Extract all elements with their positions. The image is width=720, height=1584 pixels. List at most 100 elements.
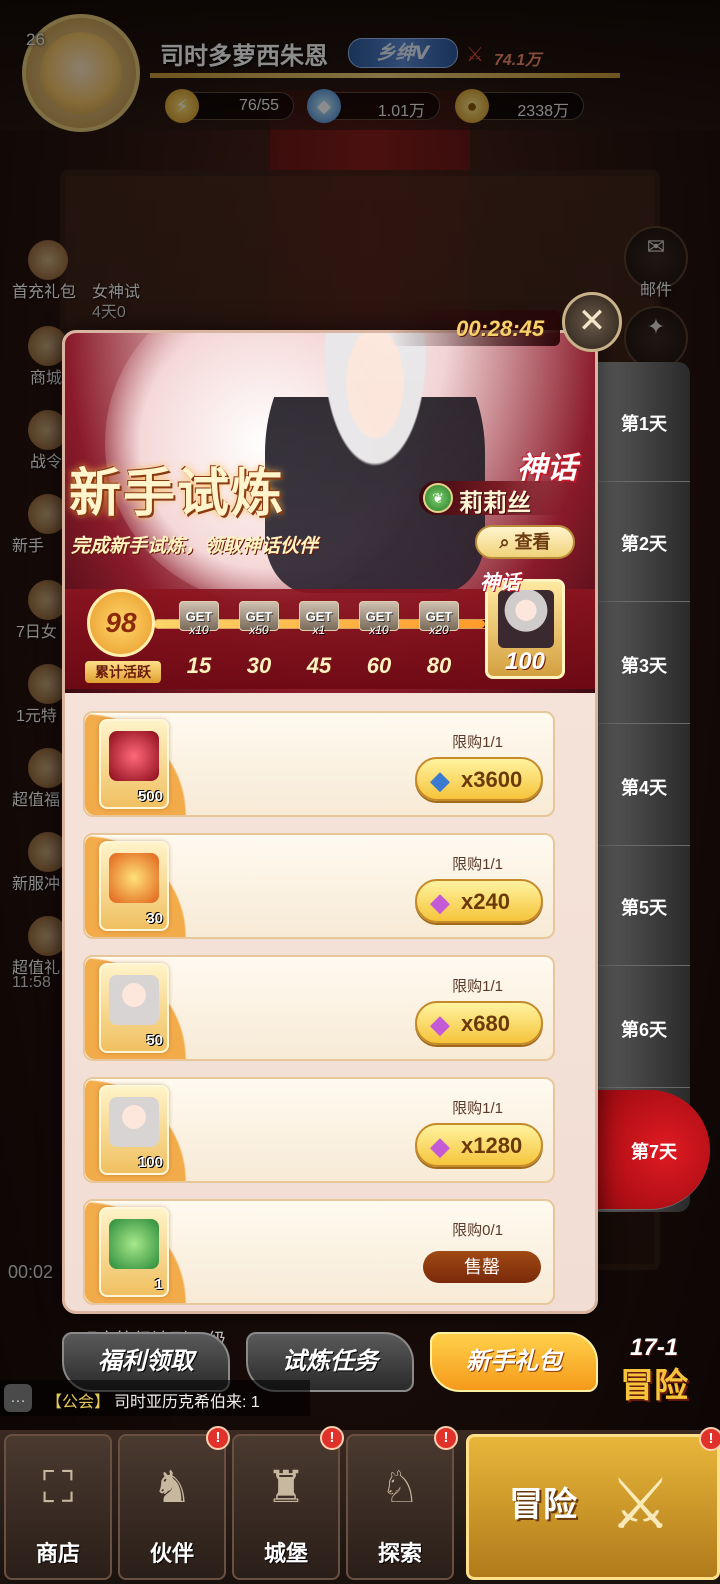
close-icon: ✕ <box>577 302 607 340</box>
gift-item[interactable]: 30 <box>99 841 169 931</box>
diamond-icon: ◆ <box>430 887 450 917</box>
gift-row: 50 限购1/1 ◆ x680 <box>83 955 555 1061</box>
chat-channel: 【公会】 <box>46 1394 111 1411</box>
price-text: x680 <box>461 1011 510 1036</box>
buy-button[interactable]: ◆ x240 <box>415 879 543 923</box>
nav-castle[interactable]: ♜ 城堡 ! <box>232 1426 344 1580</box>
castle-icon: ♜ <box>266 1463 306 1512</box>
buy-button[interactable]: ◆ x3600 <box>415 757 543 801</box>
ruby-icon <box>109 731 159 781</box>
nav-partner[interactable]: ♞ 伙伴 ! <box>118 1426 230 1580</box>
tab-label: 第1天 <box>620 414 667 434</box>
tab-label: 第3天 <box>620 656 667 676</box>
nav-label: 探索 <box>377 1541 422 1566</box>
gift-item[interactable]: 100 <box>99 1085 169 1175</box>
milestone-reward[interactable]: GET x10 <box>177 601 221 641</box>
purchase-limit: 限购1/1 <box>452 856 503 873</box>
fire-crystal-icon <box>109 853 159 903</box>
nav-adventure[interactable]: 冒险 ⚔ ! <box>466 1427 720 1580</box>
explore-icon: ♘ <box>380 1463 420 1512</box>
price-text: x240 <box>461 889 510 914</box>
activity-label: 累计活跃 <box>85 661 161 683</box>
gift-row: 30 限购1/1 ◆ x240 <box>83 833 555 939</box>
purchase-limit: 限购1/1 <box>452 734 503 751</box>
sword-emblem-icon: ⚔ <box>609 1465 672 1543</box>
alert-badge: ! <box>320 1426 344 1450</box>
maid-portrait-icon <box>109 1097 159 1147</box>
buy-button[interactable]: ◆ x1280 <box>415 1123 543 1167</box>
tab-day-4[interactable]: 第4天 <box>598 726 690 846</box>
buy-button[interactable]: ◆ x680 <box>415 1001 543 1045</box>
sold-out-button: 售罄 <box>423 1251 541 1283</box>
milestone-qty: x50 <box>249 623 269 637</box>
item-quantity: 500 <box>137 788 163 805</box>
milestone-qty: x1 <box>312 623 326 637</box>
stage-title: 冒险 <box>620 1367 688 1405</box>
milestone-threshold: 30 <box>246 653 272 678</box>
crystal-icon: ◆ <box>430 765 450 795</box>
milestone-threshold: 15 <box>186 653 212 678</box>
purchase-limit: 限购1/1 <box>452 978 503 995</box>
nav-shop[interactable]: ⛶ 商店 <box>4 1434 112 1580</box>
tab-day-6[interactable]: 第6天 <box>598 968 690 1088</box>
tab-label: 第5天 <box>620 898 667 918</box>
milestone-threshold: 60 <box>366 653 392 678</box>
event-timer: 00:28:45 <box>456 316 545 341</box>
diamond-icon: ◆ <box>430 1009 450 1039</box>
tab-label: 第7天 <box>630 1142 677 1162</box>
hero-portrait-icon <box>498 590 554 648</box>
milestone-reward[interactable]: GET x20 <box>417 601 461 641</box>
tab-day-2[interactable]: 第2天 <box>598 482 690 602</box>
tab-day-3[interactable]: 第3天 <box>598 604 690 724</box>
nav-label: 伙伴 <box>149 1541 194 1566</box>
leaf-emblem-icon <box>109 1219 159 1269</box>
chat-icon: … <box>4 1384 32 1412</box>
alert-badge: ! <box>699 1427 720 1451</box>
search-icon: ⌕ <box>499 532 515 552</box>
milestone-reward[interactable]: GET x1 <box>297 601 341 641</box>
milestone-reward[interactable]: GET x10 <box>357 601 401 641</box>
event-title: 新手试炼 <box>69 463 286 524</box>
view-hero-button[interactable]: ⌕ 查看 <box>475 525 575 559</box>
gift-row: 100 限购1/1 ◆ x1280 <box>83 1077 555 1183</box>
final-reward-grade: 神话 <box>480 572 520 594</box>
milestone-qty: x10 <box>189 623 209 637</box>
event-panel: 新手试炼 完成新手试炼，领取神话伙伴 神话 ❦ 莉莉丝 ⌕ 查看 98 累计活跃… <box>62 330 598 1314</box>
tab-label: 第6天 <box>620 1020 667 1040</box>
gift-box-icon: ⛶ <box>42 1463 74 1512</box>
nav-explore[interactable]: ♘ 探索 ! <box>346 1426 458 1580</box>
gift-item[interactable]: 1 <box>99 1207 169 1297</box>
gift-row: 500 限购1/1 ◆ x3600 <box>83 711 555 817</box>
milestone-reward[interactable]: GET x50 <box>237 601 281 641</box>
nature-element-icon: ❦ <box>423 483 453 513</box>
tab-day-1[interactable]: 第1天 <box>598 362 690 482</box>
close-button[interactable]: ✕ <box>562 292 622 352</box>
purchase-limit: 限购0/1 <box>452 1222 503 1239</box>
milestone-qty: x10 <box>369 623 389 637</box>
item-quantity: 50 <box>146 1032 163 1049</box>
item-quantity: 1 <box>154 1276 163 1293</box>
final-reward[interactable]: 神话 100 <box>480 572 565 679</box>
tab-day-5[interactable]: 第5天 <box>598 846 690 966</box>
price-text: x1280 <box>461 1133 523 1158</box>
tab-label: 第2天 <box>620 534 667 554</box>
chat-message: 司时亚历克希伯来: 1 <box>114 1394 260 1411</box>
hero-name: 莉莉丝 <box>459 490 531 517</box>
gift-item[interactable]: 50 <box>99 963 169 1053</box>
nav-label: 商店 <box>35 1541 80 1566</box>
gift-item[interactable]: 500 <box>99 719 169 809</box>
final-reward-threshold: 100 <box>504 648 546 675</box>
guild-chat-bar[interactable]: … 【公会】 司时亚历克希伯来: 1 <box>0 1380 310 1416</box>
price-text: x3600 <box>461 767 523 792</box>
diamond-icon: ◆ <box>430 1131 450 1161</box>
tab-newbie-pack[interactable]: 新手礼包 <box>430 1332 598 1392</box>
nav-label: 城堡 <box>263 1541 308 1566</box>
activity-value: 98 <box>87 589 155 657</box>
view-button-label: 查看 <box>514 532 551 552</box>
milestone-threshold: 45 <box>306 653 332 678</box>
purchase-limit: 限购1/1 <box>452 1100 503 1117</box>
nav-label: 冒险 <box>509 1486 577 1524</box>
milestone-threshold: 80 <box>426 653 452 678</box>
alert-badge: ! <box>434 1426 458 1450</box>
alert-badge: ! <box>206 1426 230 1450</box>
